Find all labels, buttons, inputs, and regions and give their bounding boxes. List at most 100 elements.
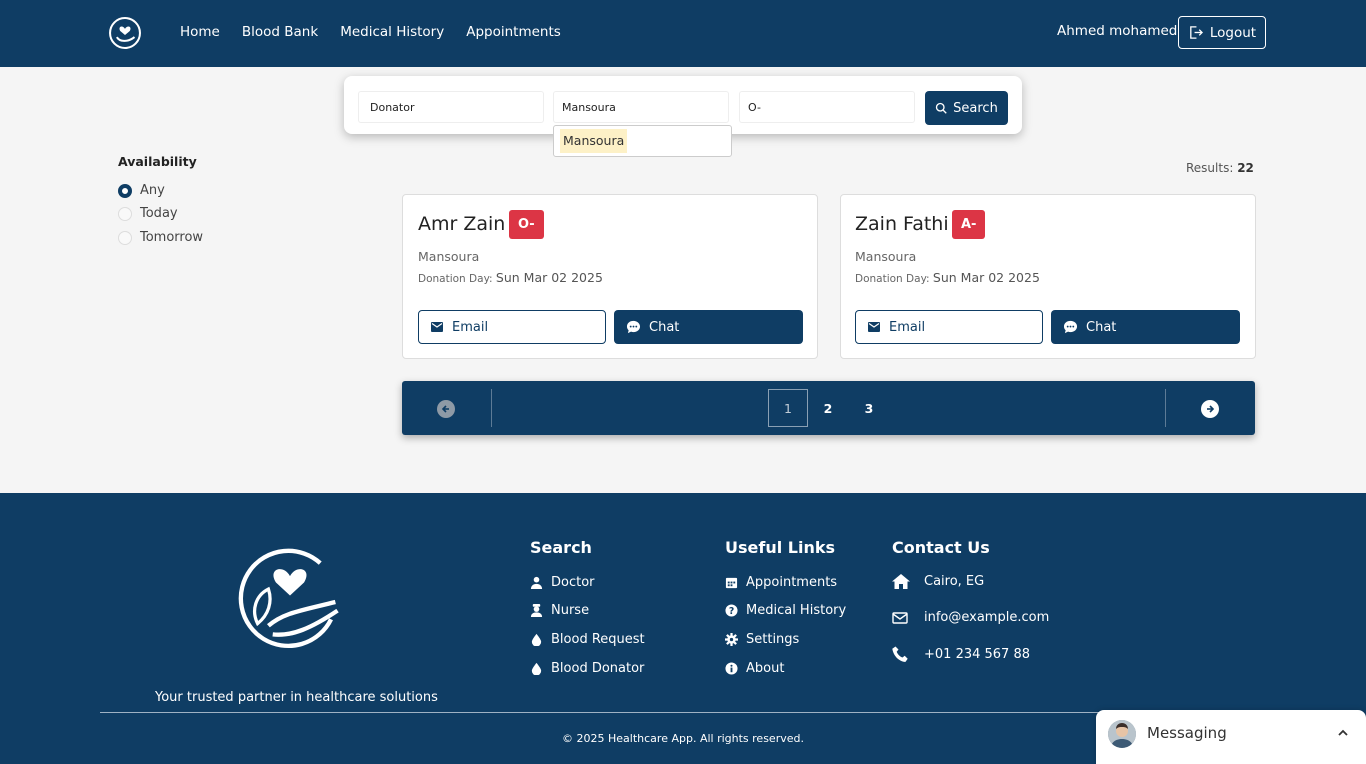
gear-icon	[725, 633, 738, 646]
donation-day: Donation Day: Sun Mar 02 2025	[418, 270, 603, 285]
chat-icon	[1063, 320, 1078, 334]
doctor-icon	[530, 576, 543, 589]
svg-text:?: ?	[729, 606, 734, 617]
info-circle-icon	[725, 662, 738, 675]
radio-today[interactable]	[118, 206, 132, 221]
results-label: Results:	[1186, 161, 1234, 175]
page-2-button[interactable]: 2	[808, 389, 848, 427]
logout-button[interactable]: Logout	[1178, 16, 1266, 49]
filter-any-label: Any	[140, 183, 165, 198]
footer-link-label: Blood Request	[551, 632, 645, 647]
donor-card: Zain Fathi A- Mansoura Donation Day: Sun…	[840, 194, 1256, 359]
avatar	[1108, 720, 1136, 748]
city-suggestions: Mansoura	[553, 125, 732, 157]
heart-hand-logo-icon	[238, 548, 339, 648]
footer-link-blood-request[interactable]: Blood Request	[530, 632, 645, 647]
footer-contact-title: Contact Us	[892, 538, 990, 557]
nav-appointments[interactable]: Appointments	[466, 22, 561, 42]
footer-link-medical-history[interactable]: ? Medical History	[725, 603, 846, 618]
footer-link-label: Settings	[746, 632, 800, 647]
footer-link-label: Medical History	[746, 603, 847, 618]
footer-link-about[interactable]: About	[725, 661, 784, 676]
filter-tomorrow-label: Tomorrow	[140, 230, 204, 245]
footer-link-label: About	[746, 661, 785, 676]
type-input[interactable]: Donator	[358, 91, 544, 123]
search-button-label: Search	[953, 100, 998, 116]
logout-label: Logout	[1209, 24, 1257, 41]
footer-link-label: Nurse	[551, 603, 590, 618]
blood-type-input[interactable]: O-	[739, 91, 915, 123]
nav-blood-bank[interactable]: Blood Bank	[242, 22, 318, 42]
user-avatar-icon	[1108, 720, 1136, 748]
nav-medical-history[interactable]: Medical History	[340, 22, 444, 42]
contact-email-text: info@example.com	[924, 610, 1050, 625]
footer-divider	[100, 712, 1266, 713]
arrow-right-icon	[1207, 405, 1215, 413]
prev-page-button[interactable]	[437, 400, 455, 418]
footer-link-doctor[interactable]: Doctor	[530, 575, 595, 590]
pager-divider	[1165, 389, 1166, 427]
email-label: Email	[452, 319, 489, 335]
logo-icon[interactable]	[108, 16, 142, 50]
tagline: Your trusted partner in healthcare solut…	[155, 690, 438, 705]
filter-tomorrow[interactable]: Tomorrow	[118, 230, 203, 245]
user-name[interactable]: Ahmed mohamed	[1057, 23, 1177, 39]
filter-today-label: Today	[140, 206, 178, 221]
contact-email[interactable]: info@example.com	[892, 610, 1049, 625]
envelope-icon	[431, 322, 443, 332]
question-circle-icon: ?	[725, 604, 738, 617]
arrow-left-icon	[441, 405, 449, 413]
next-page-button[interactable]	[1201, 400, 1219, 418]
chat-label: Chat	[1086, 319, 1117, 335]
blood-drop-icon	[531, 633, 542, 646]
results-number: 22	[1237, 161, 1254, 175]
contact-address: Cairo, EG	[892, 574, 984, 589]
nurse-icon	[530, 604, 543, 617]
donation-day-value: Sun Mar 02 2025	[932, 270, 1040, 285]
footer-link-appointments[interactable]: Appointments	[725, 575, 837, 590]
donation-day-label: Donation Day:	[855, 273, 930, 285]
chevron-up-icon[interactable]	[1337, 727, 1349, 739]
page-1-button[interactable]: 1	[768, 389, 808, 427]
chat-button[interactable]: Chat	[614, 310, 803, 344]
filter-any[interactable]: Any	[118, 183, 165, 198]
blood-type-badge: A-	[952, 210, 986, 239]
search-button[interactable]: Search	[925, 91, 1008, 125]
main-nav: Home Blood Bank Medical History Appointm…	[180, 22, 561, 42]
footer-link-settings[interactable]: Settings	[725, 632, 799, 647]
top-navbar: Home Blood Bank Medical History Appointm…	[0, 0, 1366, 67]
footer-useful-title: Useful Links	[725, 538, 836, 557]
messaging-label: Messaging	[1147, 724, 1227, 742]
page-3-button[interactable]: 3	[849, 389, 889, 427]
home-icon	[892, 574, 910, 589]
filter-today[interactable]: Today	[118, 206, 178, 221]
contact-phone-text: +01 234 567 88	[924, 647, 1030, 662]
pagination: 1 2 3	[402, 381, 1255, 435]
pager-divider	[491, 389, 492, 427]
email-button[interactable]: Email	[855, 310, 1043, 344]
nav-home[interactable]: Home	[180, 22, 220, 42]
city-input[interactable]: Mansoura	[553, 91, 729, 123]
footer-link-blood-donator[interactable]: Blood Donator	[530, 661, 644, 676]
suggestion-item[interactable]: Mansoura	[560, 129, 628, 153]
radio-tomorrow[interactable]	[118, 230, 132, 245]
contact-phone[interactable]: +01 234 567 88	[892, 646, 1030, 663]
footer-link-label: Blood Donator	[551, 661, 645, 676]
footer-link-label: Appointments	[746, 575, 838, 590]
email-button[interactable]: Email	[418, 310, 606, 344]
blood-drop-icon	[531, 662, 542, 675]
donation-day: Donation Day: Sun Mar 02 2025	[855, 270, 1040, 285]
blood-type-badge: O-	[509, 210, 544, 239]
contact-address-text: Cairo, EG	[924, 574, 985, 589]
footer-link-label: Doctor	[551, 575, 595, 590]
calendar-icon	[725, 577, 738, 589]
search-icon	[935, 102, 947, 114]
messaging-widget[interactable]: Messaging	[1096, 710, 1366, 764]
envelope-icon	[868, 322, 880, 332]
footer-link-nurse[interactable]: Nurse	[530, 603, 589, 618]
chat-button[interactable]: Chat	[1051, 310, 1240, 344]
email-label: Email	[889, 319, 926, 335]
logout-icon	[1190, 26, 1203, 39]
radio-any[interactable]	[118, 183, 132, 198]
donation-day-value: Sun Mar 02 2025	[495, 270, 603, 285]
